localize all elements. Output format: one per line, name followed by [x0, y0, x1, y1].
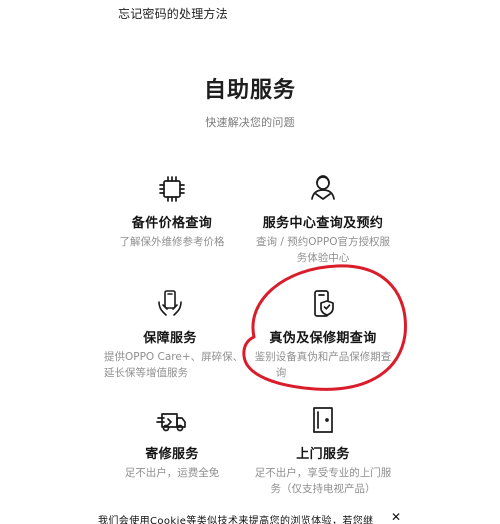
authenticity-warranty-description-line-1: 鉴别设备真伪和产品保修期查	[254, 351, 392, 363]
phone-protection-icon	[153, 287, 187, 321]
cookie-notice-bar: 我们会使用Cookie等类似技术来提高您的浏览体验，若您继 ✕	[0, 508, 500, 524]
parts-price-title: 备件价格查询	[131, 216, 213, 231]
service-center-title: 服务中心查询及预约	[262, 216, 384, 231]
close-icon[interactable]: ✕	[391, 510, 401, 524]
service-agent-icon	[306, 172, 340, 206]
authenticity-warranty-title: 真伪及保修期查询	[269, 331, 377, 346]
onsite-service-description-line-1: 足不出户，享受专业的上门服	[254, 467, 392, 479]
authenticity-shield-icon	[306, 287, 340, 321]
delivery-truck-icon	[155, 403, 189, 437]
service-center-description-line-2: 务体验中心	[296, 252, 350, 264]
parts-price-description: 了解保外维修参考价格	[119, 236, 225, 248]
onsite-service-description-line-2: 务（仅支持电视产品）	[270, 483, 376, 495]
onsite-service-title: 上门服务	[296, 447, 350, 462]
self-service-subtitle: 快速解决您的问题	[205, 116, 295, 129]
door-icon	[306, 403, 340, 437]
service-center-description-line-1: 查询 / 预约OPPO官方授权服	[256, 236, 390, 248]
authenticity-warranty-description-line-2: 询	[275, 367, 287, 379]
mail-in-repair-description: 足不出户，运费全免	[124, 467, 220, 479]
page-header-title: 忘记密码的处理方法	[118, 7, 228, 21]
protection-service-description-line-1: 提供OPPO Care+、屏碎保、	[104, 351, 244, 363]
self-service-title: 自助服务	[203, 78, 296, 103]
chip-icon	[155, 172, 189, 206]
cookie-notice-text: 我们会使用Cookie等类似技术来提高您的浏览体验，若您继	[98, 516, 374, 524]
protection-service-title: 保障服务	[143, 331, 197, 346]
mail-in-repair-title: 寄修服务	[145, 447, 199, 462]
